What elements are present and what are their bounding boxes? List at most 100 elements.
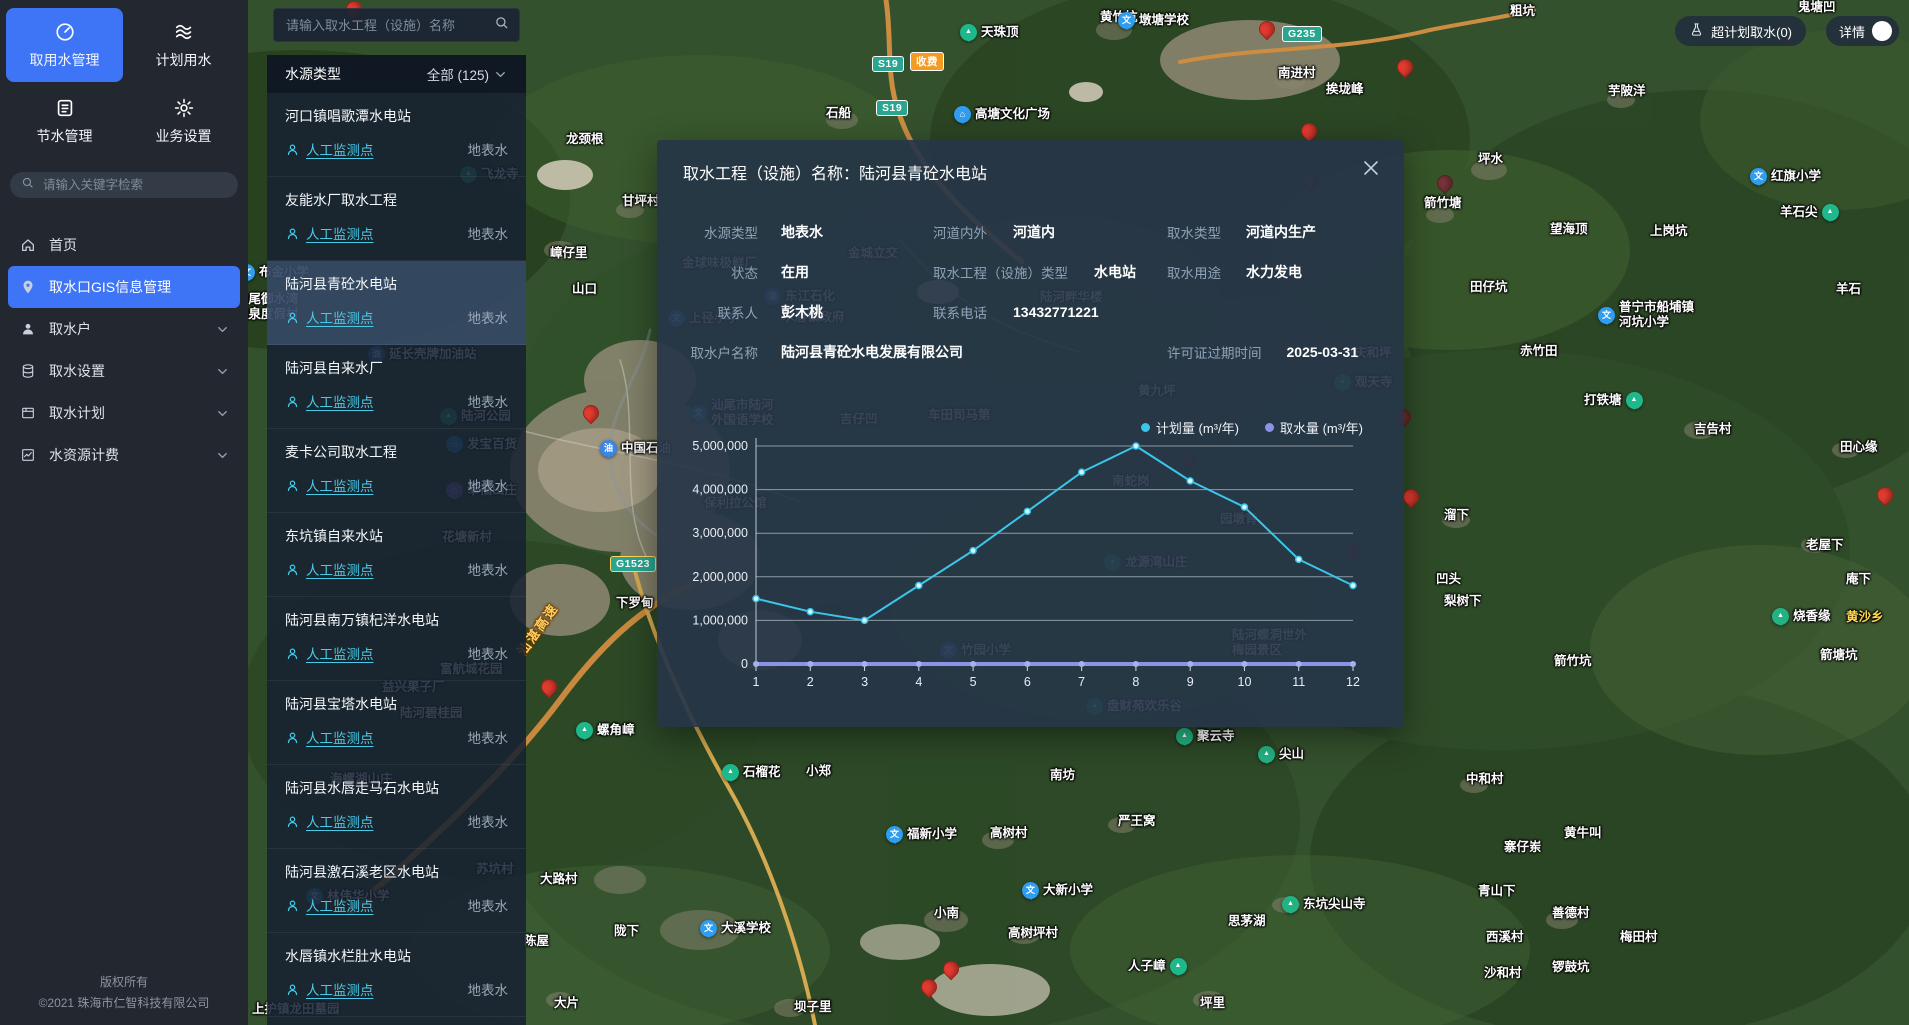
map-label-text: 打铁塘 (1584, 393, 1622, 408)
user-icon (20, 321, 36, 337)
monitor-type-link[interactable]: 人工监测点 (306, 727, 374, 747)
sidebar-item-bill[interactable]: 水资源计费 (8, 434, 240, 476)
map-label: ▲尖山 (1258, 746, 1304, 763)
list-item[interactable]: 麦卡公司取水工程 人工监测点 地表水 (267, 429, 526, 513)
monitor-type-link[interactable]: 人工监测点 (306, 475, 374, 495)
module-waves[interactable]: 计划用水 (125, 8, 242, 82)
legend-item[interactable]: 计划量 (m³/年) (1141, 418, 1239, 437)
monitor-type-link[interactable]: 人工监测点 (306, 895, 374, 915)
monitor-type-link[interactable]: 人工监测点 (306, 643, 374, 663)
monitor-type-link[interactable]: 人工监测点 (306, 811, 374, 831)
over-plan-intake-button[interactable]: 超计划取水(0) (1675, 16, 1806, 46)
svg-text:11: 11 (1292, 675, 1305, 689)
list-item[interactable]: 东坑镇自来水站 人工监测点 地表水 (267, 513, 526, 597)
blueb-icon: ⌂ (954, 106, 971, 123)
sidebar-search[interactable] (10, 172, 238, 198)
map-label-text: 天珠顶 (981, 25, 1019, 40)
field-value: 水力发电 (1246, 262, 1302, 282)
detail-toggle[interactable]: 详情 (1826, 16, 1899, 46)
map-label-text: 鬼塘凹 (1798, 0, 1836, 15)
map-label-text: 羊石 (1836, 282, 1861, 297)
map-label-text: 吉告村 (1694, 422, 1732, 437)
road-badge: S19 (872, 56, 904, 72)
pin-icon (20, 279, 36, 295)
map-label: 挨垅峰 (1326, 82, 1364, 97)
school-icon: 文 (1598, 307, 1615, 324)
mount-icon: ▲ (960, 24, 977, 41)
map-label-text: 东坑尖山寺 (1303, 897, 1366, 912)
list-item[interactable]: 友能水厂取水工程 人工监测点 地表水 (267, 177, 526, 261)
map-label-text: 大片 (554, 996, 579, 1011)
field-row: 取水户名称陆河县青砼水电发展有限公司许可证过期时间2025-03-31 (657, 332, 1404, 372)
map-label-text: 老屋下 (1806, 538, 1844, 553)
list-item[interactable]: 陆河县水唇走马石水电站 人工监测点 地表水 (267, 765, 526, 849)
map-label: 庵下 (1846, 572, 1871, 587)
list-item[interactable]: 河口镇唱歌潭水电站 人工监测点 地表水 (267, 93, 526, 177)
road-badge: 收费 (910, 52, 944, 71)
monitor-type-link[interactable]: 人工监测点 (306, 139, 374, 159)
legend-item[interactable]: 取水量 (m³/年) (1265, 418, 1363, 437)
over-plan-intake-label: 超计划取水(0) (1711, 22, 1792, 41)
station-search-input[interactable] (284, 17, 486, 34)
list-item[interactable]: 陆河县自来水厂 人工监测点 地表水 (267, 345, 526, 429)
list-item[interactable]: 陆河县宝塔水电站 人工监测点 地表水 (267, 681, 526, 765)
module-doc[interactable]: 节水管理 (6, 84, 123, 158)
map-label: 南进村 (1278, 66, 1316, 81)
person-icon (285, 646, 300, 661)
map-label: 山口 (572, 282, 597, 297)
sidebar-item-user[interactable]: 取水户 (8, 308, 240, 350)
school-icon: 文 (1750, 168, 1767, 185)
sidebar-item-pin[interactable]: 取水口GIS信息管理 (8, 266, 240, 308)
filter-label: 水源类型 (285, 64, 341, 84)
map-label-text: 坝子里 (794, 1000, 832, 1015)
module-gauge[interactable]: 取用水管理 (6, 8, 123, 82)
filter-value-dropdown[interactable]: 全部 (125) (427, 64, 508, 84)
map-label: 芋陂洋 (1608, 84, 1646, 99)
sidebar-item-label: 取水户 (49, 319, 91, 339)
sidebar-search-input[interactable] (41, 177, 227, 193)
map-label: 田心缘 (1840, 440, 1878, 455)
monitor-type-link[interactable]: 人工监测点 (306, 223, 374, 243)
map-label: 箭竹塘 (1424, 196, 1462, 211)
toggle-knob[interactable] (1872, 21, 1892, 41)
park-icon: ▲ (1772, 608, 1789, 625)
water-source-type: 地表水 (468, 223, 509, 243)
list-item[interactable]: 陆河县青砼水电站 人工监测点 地表水 (267, 261, 526, 345)
svg-text:7: 7 (1078, 675, 1085, 689)
map-label: 高树村 (990, 826, 1028, 841)
map-label: 田仔坑 (1470, 280, 1508, 295)
field: 取水类型河道内生产 (1167, 212, 1316, 252)
list-item[interactable]: 水唇镇水栏肚水电站 人工监测点 地表水 (267, 933, 526, 1017)
sidebar-item-db[interactable]: 取水设置 (8, 350, 240, 392)
close-icon[interactable] (1360, 157, 1382, 179)
field-label: 联系人 (657, 302, 758, 322)
svg-text:3,000,000: 3,000,000 (692, 526, 748, 540)
sidebar-item-plan[interactable]: 取水计划 (8, 392, 240, 434)
map-label: 沙和村 (1484, 966, 1522, 981)
svg-text:12: 12 (1346, 675, 1360, 689)
list-item[interactable]: 陆河县激石溪老区水电站 人工监测点 地表水 (267, 849, 526, 933)
map-label: 文墩塘学校 (1118, 12, 1189, 29)
gear-icon (173, 97, 195, 119)
map-label-text: 大路村 (540, 872, 578, 887)
monitor-type-link[interactable]: 人工监测点 (306, 979, 374, 999)
map-label-text: 陇下 (614, 924, 639, 939)
station-search[interactable] (273, 8, 520, 42)
module-gear[interactable]: 业务设置 (125, 84, 242, 158)
monitor-type-link[interactable]: 人工监测点 (306, 391, 374, 411)
map-label: 青山下 (1478, 884, 1516, 899)
db-icon (20, 363, 36, 379)
monitor-type-link[interactable]: 人工监测点 (306, 307, 374, 327)
map-label: 严王窝 (1118, 814, 1156, 829)
monitor-type-link[interactable]: 人工监测点 (306, 559, 374, 579)
bill-icon (20, 447, 36, 463)
search-icon (21, 176, 34, 194)
person-icon (285, 142, 300, 157)
map-label-text: 箭竹坑 (1554, 654, 1592, 669)
filter-value: 全部 (125) (427, 64, 489, 84)
sidebar-item-home[interactable]: 首页 (8, 224, 240, 266)
list-item[interactable]: 陆河县南万镇杞洋水电站 人工监测点 地表水 (267, 597, 526, 681)
field: 取水工程（设施）类型水电站 (933, 252, 1136, 292)
field-label: 河道内外 (933, 222, 987, 242)
map-label-text: 福新小学 (907, 827, 957, 842)
